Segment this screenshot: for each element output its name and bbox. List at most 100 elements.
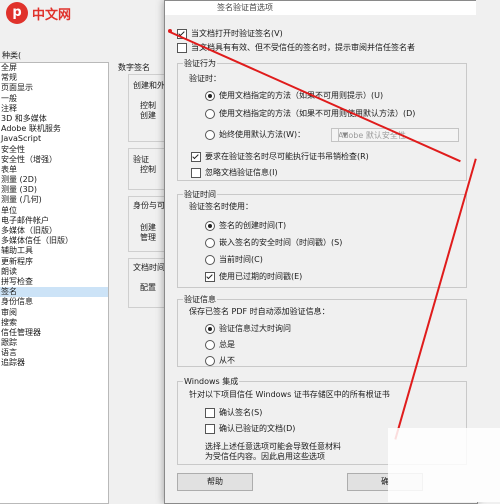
category-item[interactable]: 追踪器	[0, 358, 108, 368]
right-scrollbar[interactable]	[476, 0, 500, 502]
category-item[interactable]: 页面显示	[0, 83, 108, 93]
verify-control-link[interactable]: 控制	[140, 164, 156, 175]
windows-cb1-option[interactable]: 确认签名(S)	[205, 407, 262, 418]
revocation-check-option[interactable]: 要求在验证签名时尽可能执行证书吊销检查(R)	[191, 151, 369, 162]
category-item[interactable]: 注释	[0, 104, 108, 114]
category-item[interactable]: 测量 (几何)	[0, 195, 108, 205]
behavior-subtitle: 验证时：	[189, 74, 221, 83]
category-item[interactable]: 辅助工具	[0, 246, 108, 256]
info-opt3-label: 从不	[219, 356, 235, 365]
category-item[interactable]: 搜索	[0, 318, 108, 328]
category-item[interactable]: 电子邮件帐户	[0, 216, 108, 226]
time-subtitle: 验证签名时使用：	[189, 202, 253, 211]
category-list[interactable]: 全屏 常规 页面显示 一般 注释 3D 和多媒体 Adobe 联机服务 JavaScript 安…	[0, 62, 109, 504]
category-item[interactable]: Adobe 联机服务	[0, 124, 108, 134]
help-button[interactable]: 帮助	[177, 473, 253, 491]
category-item[interactable]: 测量 (3D)	[0, 185, 108, 195]
time-opt1[interactable]: 签名的创建时间(T)	[205, 220, 286, 231]
info-opt3-radio[interactable]	[205, 355, 215, 366]
category-item[interactable]: 审阅	[0, 308, 108, 318]
behavior-opt1-radio[interactable]	[205, 90, 215, 101]
category-item[interactable]: 信任管理器	[0, 328, 108, 338]
expired-timestamp-checkbox[interactable]	[205, 271, 215, 282]
category-item[interactable]: 安全性	[0, 145, 108, 155]
signature-heading: 数字签名	[118, 63, 150, 72]
behavior-opt2-label: 使用文档指定的方法（如果不可用则使用默认方法）(D)	[219, 109, 416, 118]
expired-timestamp-option[interactable]: 使用已过期的时间戳(E)	[205, 271, 302, 282]
category-item[interactable]: 全屏	[0, 63, 108, 73]
dialog-title: 签名验证首选项	[217, 3, 273, 12]
windows-cb2-checkbox[interactable]	[205, 423, 215, 434]
chevron-down-icon[interactable]: ▼	[338, 129, 351, 141]
watermark-logo-icon: p	[6, 2, 28, 24]
verify-on-open-label: 当文档打开时验证签名(V)	[191, 29, 283, 38]
timestamp-group-label: 文档时间	[133, 263, 165, 272]
behavior-opt3-label: 始终使用默认方法(W)：	[219, 130, 306, 139]
category-item[interactable]: 表单	[0, 165, 108, 175]
category-item[interactable]: 一般	[0, 94, 108, 104]
creation-create-link[interactable]: 创建	[140, 110, 156, 121]
category-label: 种类(	[2, 51, 22, 60]
windows-cb1-label: 确认签名(S)	[219, 408, 263, 417]
category-item[interactable]: 拼写检查	[0, 277, 108, 287]
windows-cb2-option[interactable]: 确认已验证的文档(D)	[205, 423, 295, 434]
windows-cb2-label: 确认已验证的文档(D)	[219, 424, 296, 433]
behavior-opt2[interactable]: 使用文档指定的方法（如果不可用则使用默认方法）(D)	[205, 108, 415, 119]
time-opt1-radio[interactable]	[205, 220, 215, 231]
identity-group-label: 身份与可	[133, 201, 165, 210]
prompt-review-checkbox[interactable]	[177, 42, 187, 53]
ignore-info-option[interactable]: 忽略文档验证信息(I)	[191, 167, 278, 178]
behavior-opt1[interactable]: 使用文档指定的方法（如果不可用则提示）(U)	[205, 90, 383, 101]
category-item[interactable]: 身份信息	[0, 297, 108, 307]
verify-on-open-option[interactable]: 当文档打开时验证签名(V)	[177, 28, 283, 39]
revocation-checkbox[interactable]	[191, 151, 201, 162]
category-item[interactable]: 跟踪	[0, 338, 108, 348]
ignore-info-checkbox[interactable]	[191, 167, 201, 178]
watermark-text: 中文网	[32, 8, 72, 23]
site-watermark: p 中文网	[6, 2, 86, 24]
category-item[interactable]: 多媒体信任（旧版）	[0, 236, 108, 246]
time-opt3-label: 当前时间(C)	[219, 255, 263, 264]
info-opt3[interactable]: 从不	[205, 355, 235, 366]
behavior-opt3-radio[interactable]	[205, 129, 215, 140]
info-opt1[interactable]: 验证信息过大时询问	[205, 323, 291, 334]
info-opt2-label: 总是	[219, 340, 235, 349]
info-opt2[interactable]: 总是	[205, 339, 235, 350]
category-item[interactable]: 安全性（增强）	[0, 155, 108, 165]
prompt-review-label: 当文档具有有效、但不受信任的签名时，提示审阅并信任签名者	[191, 43, 415, 52]
category-item[interactable]: 更新程序	[0, 257, 108, 267]
behavior-opt3[interactable]: 始终使用默认方法(W)：	[205, 129, 305, 140]
windows-subtitle: 针对以下项目信任 Windows 证书存储区中的所有根证书	[189, 390, 390, 399]
category-item[interactable]: 签名	[0, 287, 108, 298]
behavior-opt1-label: 使用文档指定的方法（如果不可用则提示）(U)	[219, 91, 384, 100]
category-item[interactable]: 语言	[0, 348, 108, 358]
timestamp-config-link[interactable]: 配置	[140, 282, 156, 293]
default-method-select[interactable]: Adobe 默认安全性 ▼	[331, 128, 459, 142]
corner-watermark	[388, 428, 500, 502]
time-title: 验证时间	[183, 189, 217, 200]
time-opt2-label: 嵌入签名的安全时间（时间戳）(S)	[219, 238, 343, 247]
category-item[interactable]: 测量 (2D)	[0, 175, 108, 185]
creation-group-label: 创建和外	[133, 81, 165, 90]
time-opt2-radio[interactable]	[205, 237, 215, 248]
category-item[interactable]: JavaScript	[0, 134, 108, 144]
info-opt2-radio[interactable]	[205, 339, 215, 350]
category-item[interactable]: 3D 和多媒体	[0, 114, 108, 124]
ignore-info-label: 忽略文档验证信息(I)	[205, 168, 278, 177]
expired-timestamp-label: 使用已过期的时间戳(E)	[219, 272, 303, 281]
windows-title: Windows 集成	[183, 376, 240, 387]
time-opt1-label: 签名的创建时间(T)	[219, 221, 287, 230]
revocation-label: 要求在验证签名时尽可能执行证书吊销检查(R)	[205, 152, 369, 161]
behavior-opt2-radio[interactable]	[205, 108, 215, 119]
category-item[interactable]: 常规	[0, 73, 108, 83]
windows-note-line2: 为受信任内容。因此启用这些选项	[205, 452, 325, 461]
category-item[interactable]: 多媒体（旧版）	[0, 226, 108, 236]
time-opt3[interactable]: 当前时间(C)	[205, 254, 263, 265]
time-opt3-radio[interactable]	[205, 254, 215, 265]
windows-cb1-checkbox[interactable]	[205, 407, 215, 418]
category-item[interactable]: 单位	[0, 206, 108, 216]
identity-manage-link[interactable]: 管理	[140, 232, 156, 243]
info-opt1-radio[interactable]	[205, 323, 215, 334]
time-opt2[interactable]: 嵌入签名的安全时间（时间戳）(S)	[205, 237, 342, 248]
category-item[interactable]: 朗读	[0, 267, 108, 277]
